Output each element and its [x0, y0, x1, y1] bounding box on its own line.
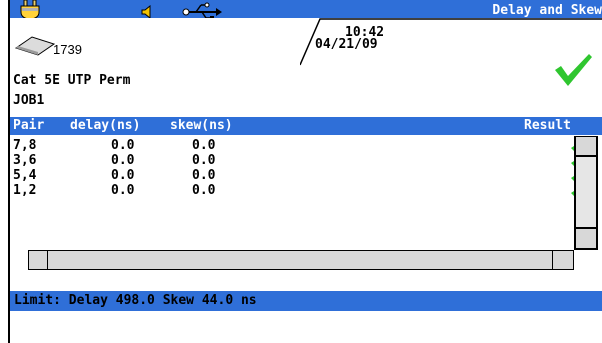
col-delay: delay(ns) — [70, 118, 141, 133]
limit-bar: Limit: Delay 498.0 Skew 44.0 ns — [10, 291, 602, 311]
col-result: Result — [524, 118, 571, 133]
skew-cell: 0.0 — [192, 153, 216, 168]
pair-cell: 7,8 — [13, 138, 37, 153]
table-header: Pair delay(ns) skew(ns) Result — [10, 117, 602, 135]
delay-cell: 0.0 — [111, 138, 135, 153]
pair-cell: 5,4 — [13, 168, 37, 183]
delay-cell: 0.0 — [111, 153, 135, 168]
disk-icon — [14, 36, 56, 56]
scroll-right-button[interactable] — [552, 250, 574, 270]
skew-cell: 0.0 — [192, 183, 216, 198]
job-name: JOB1 — [13, 93, 45, 108]
col-pair: Pair — [13, 118, 45, 133]
pair-cell: 1,2 — [13, 183, 37, 198]
pair-cell: 3,6 — [13, 153, 37, 168]
skew-cell: 0.0 — [192, 168, 216, 183]
scroll-down-button[interactable] — [575, 228, 597, 249]
memory-count: 1739 — [53, 42, 82, 57]
vertical-scroll-thumb[interactable] — [575, 156, 597, 228]
scroll-up-button[interactable] — [575, 136, 597, 156]
cable-type: Cat 5E UTP Perm — [13, 73, 131, 88]
col-skew: skew(ns) — [170, 118, 233, 133]
date-display: 04/21/09 — [315, 37, 378, 52]
horizontal-scrollbar[interactable] — [28, 250, 574, 270]
scroll-left-button[interactable] — [28, 250, 48, 270]
table-row[interactable]: 1,2 0.0 0.0 — [10, 183, 587, 201]
delay-cell: 0.0 — [111, 183, 135, 198]
speaker-icon — [141, 5, 151, 19]
delay-cell: 0.0 — [111, 168, 135, 183]
limit-text: Limit: Delay 498.0 Skew 44.0 ns — [14, 293, 257, 308]
skew-cell: 0.0 — [192, 138, 216, 153]
vertical-scrollbar[interactable] — [574, 136, 598, 250]
pass-checkmark-icon — [555, 54, 592, 86]
screen-title: Delay and Skew — [492, 3, 602, 18]
